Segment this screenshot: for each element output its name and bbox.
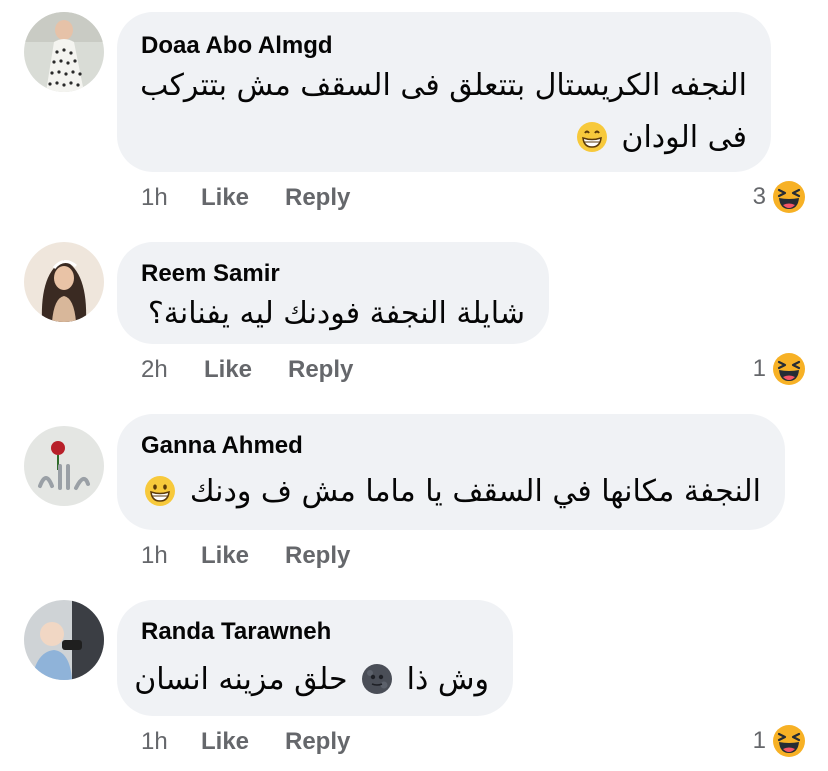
comment-text-line: فى الودان <box>621 120 747 155</box>
comment: Doaa Abo Almgd النجفه الكريستال بتتعلق ف… <box>0 0 828 220</box>
reply-button[interactable]: Reply <box>288 356 353 384</box>
reaction-summary[interactable]: 1 <box>753 352 806 386</box>
grinning-emoji <box>576 121 608 153</box>
grinning-emoji <box>144 475 176 507</box>
like-button[interactable]: Like <box>201 728 249 756</box>
reaction-count: 3 <box>752 183 766 210</box>
comment-bubble: Ganna Ahmed النجفة مكانها في السقف يا ما… <box>117 414 785 530</box>
comment-text-line: النجفه الكريستال بتتعلق فى السقف مش بتتر… <box>140 68 747 103</box>
reaction-summary[interactable]: 1 <box>753 724 806 758</box>
reply-button[interactable]: Reply <box>285 728 350 756</box>
like-button[interactable]: Like <box>201 542 249 570</box>
avatar-image <box>24 426 104 506</box>
comment-text-line-with-emoji: النجفة مكانها في السقف يا ماما مش ف ودنك <box>140 474 761 509</box>
reaction-summary[interactable]: 3 <box>753 180 806 214</box>
comment-author[interactable]: Reem Samir <box>141 260 280 288</box>
comment-text-line: حلق مزينه انسان <box>134 662 348 697</box>
reaction-count: 1 <box>752 355 766 382</box>
comment: Randa Tarawneh وش ذا حلق مزينه انسان 1h … <box>0 600 828 771</box>
comment-timestamp[interactable]: 1h <box>141 184 168 212</box>
avatar-image <box>24 242 104 322</box>
laughing-reaction-icon <box>772 352 806 386</box>
comment: Reem Samir شايلة النجفة فودنك ليه يفنانة… <box>0 242 828 392</box>
reaction-count: 1 <box>752 727 766 754</box>
avatar-image <box>24 12 104 92</box>
reply-button[interactable]: Reply <box>285 184 350 212</box>
like-button[interactable]: Like <box>204 356 252 384</box>
comment-text-line-with-emoji: فى الودان <box>572 120 747 155</box>
comment-bubble: Reem Samir شايلة النجفة فودنك ليه يفنانة… <box>117 242 549 344</box>
laughing-reaction-icon <box>772 724 806 758</box>
reply-button[interactable]: Reply <box>285 542 350 570</box>
comment-bubble: Doaa Abo Almgd النجفه الكريستال بتتعلق ف… <box>117 12 771 172</box>
comment-timestamp[interactable]: 1h <box>141 728 168 756</box>
comment-text-line: وش ذا <box>406 662 489 697</box>
comment-text-line: شايلة النجفة فودنك ليه يفنانة؟ <box>147 296 525 331</box>
comment-bubble: Randa Tarawneh وش ذا حلق مزينه انسان <box>117 600 513 716</box>
laughing-reaction-icon <box>772 180 806 214</box>
comment: Ganna Ahmed النجفة مكانها في السقف يا ما… <box>0 414 828 584</box>
avatar[interactable] <box>24 600 104 680</box>
avatar-image <box>24 600 104 680</box>
comment-text-line-with-emoji: وش ذا حلق مزينه انسان <box>134 662 489 697</box>
comment-author[interactable]: Doaa Abo Almgd <box>141 32 333 60</box>
comment-timestamp[interactable]: 1h <box>141 542 168 570</box>
comment-text-line: النجفة مكانها في السقف يا ماما مش ف ودنك <box>189 474 761 509</box>
avatar[interactable] <box>24 426 104 506</box>
comment-author[interactable]: Randa Tarawneh <box>141 618 331 646</box>
comment-timestamp[interactable]: 2h <box>141 356 168 384</box>
new-moon-face-emoji <box>361 663 393 695</box>
avatar[interactable] <box>24 242 104 322</box>
like-button[interactable]: Like <box>201 184 249 212</box>
comment-author[interactable]: Ganna Ahmed <box>141 432 303 460</box>
avatar[interactable] <box>24 12 104 92</box>
